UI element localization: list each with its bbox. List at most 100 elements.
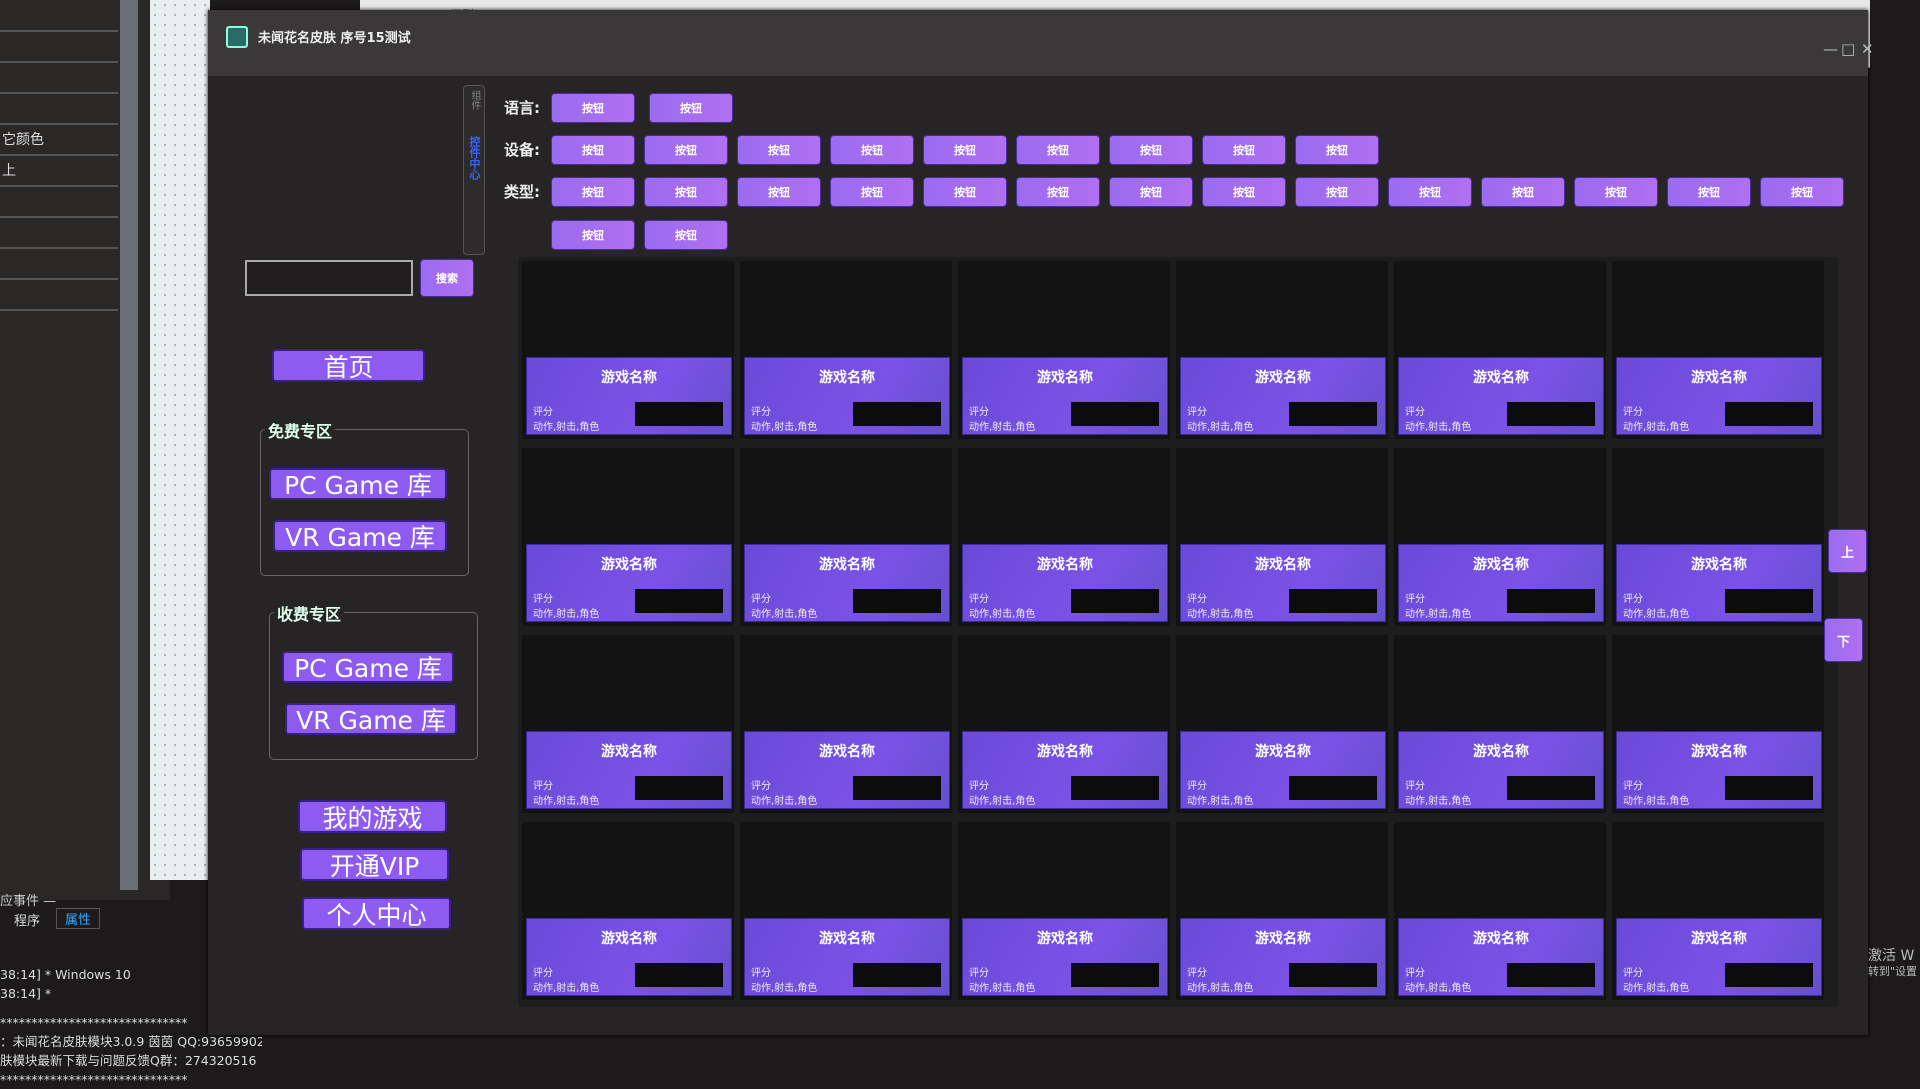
game-action-box[interactable] bbox=[1071, 963, 1159, 987]
filter-button[interactable]: 按钮 bbox=[551, 177, 635, 207]
game-action-box[interactable] bbox=[1725, 589, 1813, 613]
tab-control-center[interactable]: 控件中心 bbox=[466, 136, 482, 180]
game-card[interactable]: 游戏名称 评分 动作,射击,角色 bbox=[522, 635, 734, 813]
property-row[interactable] bbox=[0, 64, 118, 94]
game-card[interactable]: 游戏名称 评分 动作,射击,角色 bbox=[958, 822, 1170, 1000]
game-action-box[interactable] bbox=[635, 589, 723, 613]
filter-button[interactable]: 按钮 bbox=[1202, 135, 1286, 165]
game-card[interactable]: 游戏名称 评分 动作,射击,角色 bbox=[1394, 448, 1606, 626]
free-pc-game-library-button[interactable]: PC Game 库 bbox=[269, 468, 447, 500]
my-games-button[interactable]: 我的游戏 bbox=[298, 800, 447, 833]
filter-button[interactable]: 按钮 bbox=[1388, 177, 1472, 207]
filter-button[interactable]: 按钮 bbox=[1481, 177, 1565, 207]
game-card[interactable]: 游戏名称 评分 动作,射击,角色 bbox=[522, 261, 734, 439]
close-button[interactable]: ✕ bbox=[1861, 40, 1874, 58]
game-action-box[interactable] bbox=[1289, 963, 1377, 987]
paid-pc-game-library-button[interactable]: PC Game 库 bbox=[282, 651, 454, 683]
game-action-box[interactable] bbox=[635, 963, 723, 987]
filter-button[interactable]: 按钮 bbox=[644, 220, 728, 250]
page-up-button[interactable]: 上 bbox=[1828, 529, 1867, 573]
game-card[interactable]: 游戏名称 评分 动作,射击,角色 bbox=[1176, 822, 1388, 1000]
game-card[interactable]: 游戏名称 评分 动作,射击,角色 bbox=[1176, 635, 1388, 813]
game-action-box[interactable] bbox=[1507, 402, 1595, 426]
game-card[interactable]: 游戏名称 评分 动作,射击,角色 bbox=[522, 822, 734, 1000]
free-vr-game-library-button[interactable]: VR Game 库 bbox=[273, 520, 447, 552]
filter-button[interactable]: 按钮 bbox=[1574, 177, 1658, 207]
tab-program[interactable]: 程序 bbox=[14, 910, 40, 929]
game-card[interactable]: 游戏名称 评分 动作,射击,角色 bbox=[1394, 261, 1606, 439]
filter-button[interactable]: 按钮 bbox=[1760, 177, 1844, 207]
home-button[interactable]: 首页 bbox=[272, 349, 425, 382]
tab-properties[interactable]: 属性 bbox=[56, 908, 101, 929]
game-card[interactable]: 游戏名称 评分 动作,射击,角色 bbox=[740, 448, 952, 626]
game-action-box[interactable] bbox=[1289, 776, 1377, 800]
game-action-box[interactable] bbox=[1071, 776, 1159, 800]
property-row[interactable] bbox=[0, 95, 118, 125]
game-action-box[interactable] bbox=[1725, 963, 1813, 987]
search-input[interactable] bbox=[245, 260, 413, 296]
filter-button[interactable]: 按钮 bbox=[1109, 135, 1193, 165]
filter-button[interactable]: 按钮 bbox=[1016, 177, 1100, 207]
game-action-box[interactable] bbox=[853, 776, 941, 800]
filter-button[interactable]: 按钮 bbox=[923, 135, 1007, 165]
property-row[interactable] bbox=[0, 2, 118, 32]
game-card[interactable]: 游戏名称 评分 动作,射击,角色 bbox=[740, 261, 952, 439]
game-action-box[interactable] bbox=[1507, 776, 1595, 800]
paid-vr-game-library-button[interactable]: VR Game 库 bbox=[285, 703, 457, 735]
game-card[interactable]: 游戏名称 评分 动作,射击,角色 bbox=[1612, 822, 1824, 1000]
game-action-box[interactable] bbox=[853, 589, 941, 613]
game-action-box[interactable] bbox=[1071, 402, 1159, 426]
game-action-box[interactable] bbox=[1289, 402, 1377, 426]
property-row[interactable] bbox=[0, 281, 118, 311]
filter-button[interactable]: 按钮 bbox=[923, 177, 1007, 207]
ide-scrollbar[interactable] bbox=[120, 0, 138, 890]
game-action-box[interactable] bbox=[853, 963, 941, 987]
property-row[interactable] bbox=[0, 219, 118, 249]
game-card[interactable]: 游戏名称 评分 动作,射击,角色 bbox=[1176, 261, 1388, 439]
page-down-button[interactable]: 下 bbox=[1824, 618, 1863, 662]
game-action-box[interactable] bbox=[635, 402, 723, 426]
game-card[interactable]: 游戏名称 评分 动作,射击,角色 bbox=[1394, 822, 1606, 1000]
filter-button[interactable]: 按钮 bbox=[649, 93, 733, 123]
filter-button[interactable]: 按钮 bbox=[551, 220, 635, 250]
game-action-box[interactable] bbox=[1725, 776, 1813, 800]
game-action-box[interactable] bbox=[1725, 402, 1813, 426]
filter-button[interactable]: 按钮 bbox=[737, 135, 821, 165]
game-action-box[interactable] bbox=[1507, 963, 1595, 987]
property-row[interactable] bbox=[0, 33, 118, 63]
filter-button[interactable]: 按钮 bbox=[1016, 135, 1100, 165]
filter-button[interactable]: 按钮 bbox=[644, 177, 728, 207]
game-card[interactable]: 游戏名称 评分 动作,射击,角色 bbox=[1394, 635, 1606, 813]
filter-button[interactable]: 按钮 bbox=[830, 135, 914, 165]
game-card[interactable]: 游戏名称 评分 动作,射击,角色 bbox=[1612, 261, 1824, 439]
search-button[interactable]: 搜索 bbox=[420, 259, 474, 297]
property-row[interactable]: 上 bbox=[0, 157, 118, 187]
filter-button[interactable]: 按钮 bbox=[1202, 177, 1286, 207]
game-card[interactable]: 游戏名称 评分 动作,射击,角色 bbox=[740, 822, 952, 1000]
property-row[interactable] bbox=[0, 250, 118, 280]
filter-button[interactable]: 按钮 bbox=[551, 135, 635, 165]
game-card[interactable]: 游戏名称 评分 动作,射击,角色 bbox=[958, 261, 1170, 439]
property-row[interactable] bbox=[0, 188, 118, 218]
filter-button[interactable]: 按钮 bbox=[1295, 177, 1379, 207]
game-action-box[interactable] bbox=[635, 776, 723, 800]
game-card[interactable]: 游戏名称 评分 动作,射击,角色 bbox=[522, 448, 734, 626]
filter-button[interactable]: 按钮 bbox=[644, 135, 728, 165]
game-action-box[interactable] bbox=[1071, 589, 1159, 613]
game-card[interactable]: 游戏名称 评分 动作,射击,角色 bbox=[740, 635, 952, 813]
game-card[interactable]: 游戏名称 评分 动作,射击,角色 bbox=[1612, 635, 1824, 813]
maximize-button[interactable]: □ bbox=[1841, 40, 1855, 58]
game-card[interactable]: 游戏名称 评分 动作,射击,角色 bbox=[1612, 448, 1824, 626]
game-card[interactable]: 游戏名称 评分 动作,射击,角色 bbox=[958, 635, 1170, 813]
filter-button[interactable]: 按钮 bbox=[1667, 177, 1751, 207]
filter-button[interactable]: 按钮 bbox=[1295, 135, 1379, 165]
game-action-box[interactable] bbox=[853, 402, 941, 426]
game-card[interactable]: 游戏名称 评分 动作,射击,角色 bbox=[1176, 448, 1388, 626]
game-action-box[interactable] bbox=[1507, 589, 1595, 613]
game-card[interactable]: 游戏名称 评分 动作,射击,角色 bbox=[958, 448, 1170, 626]
profile-button[interactable]: 个人中心 bbox=[302, 897, 451, 930]
filter-button[interactable]: 按钮 bbox=[551, 93, 635, 123]
filter-button[interactable]: 按钮 bbox=[737, 177, 821, 207]
filter-button[interactable]: 按钮 bbox=[830, 177, 914, 207]
game-action-box[interactable] bbox=[1289, 589, 1377, 613]
